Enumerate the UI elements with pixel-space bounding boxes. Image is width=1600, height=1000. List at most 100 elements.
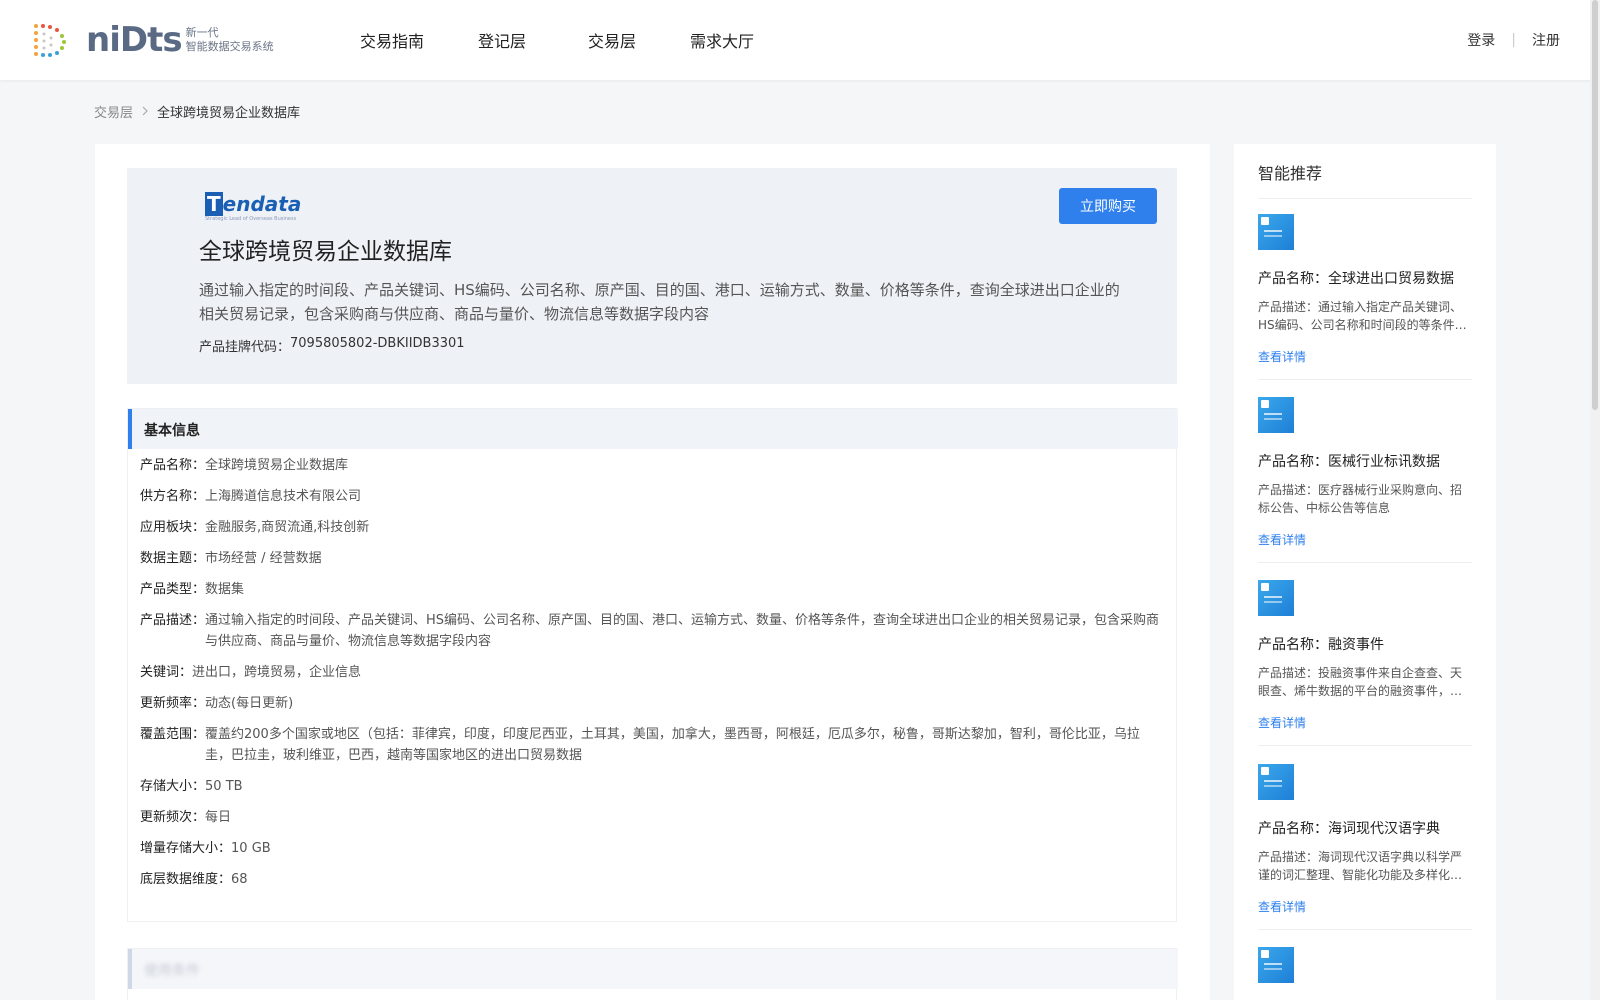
auth-links: 登录 | 注册 — [1467, 0, 1560, 80]
auth-separator: | — [1511, 32, 1516, 48]
info-row: 产品名称： 全球跨境贸易企业数据库 — [140, 455, 1160, 476]
recommendation-description: 产品描述：通过输入指定产品关键词、HS编码、公司名称和时间段的等条件查询全球进出… — [1258, 300, 1467, 332]
info-row: 供方名称： 上海腾道信息技术有限公司 — [140, 486, 1160, 507]
nav-item-demand-hall[interactable]: 需求大厅 — [690, 28, 754, 52]
info-row-value: 覆盖约200多个国家或地区（包括：菲律宾，印度，印度尼西亚，土耳其，美国，加拿大… — [205, 727, 1140, 763]
info-row: 更新频次： 每日 — [140, 807, 1160, 828]
product-title: 全球跨境贸易企业数据库 — [199, 239, 452, 265]
recommendation-description: 产品描述：投融资事件来自企查查、天眼查、烯牛数据的平台的融资事件，及公开信息 — [1258, 666, 1463, 698]
info-row: 关键词： 进出口，跨境贸易，企业信息 — [140, 662, 1160, 683]
info-row-label: 产品描述： — [140, 613, 206, 628]
provider-logo-letter: T — [205, 192, 223, 216]
recommendation-divider — [1258, 379, 1472, 380]
breadcrumb-parent[interactable]: 交易层 — [94, 102, 133, 121]
info-row-label: 更新频率： — [140, 696, 206, 711]
info-row: 产品类型： 数据集 — [140, 579, 1160, 600]
product-detail-panel: Tendata Strategic Lead of Overseas Busin… — [95, 144, 1210, 1000]
info-row-value: 通过输入指定的时间段、产品关键词、HS编码、公司名称、原产国、目的国、港口、运输… — [205, 613, 1160, 649]
recommendation-divider — [1258, 929, 1472, 930]
info-row-value: 50 TB — [205, 779, 243, 794]
view-details-link[interactable]: 查看详情 — [1258, 714, 1306, 731]
info-row: 增量存储大小： 10 GB — [140, 838, 1160, 859]
product-thumbnail-icon[interactable] — [1258, 214, 1294, 250]
usage-conditions-heading: 使用条件 — [144, 963, 200, 979]
info-row: 存储大小： 50 TB — [140, 776, 1160, 797]
info-row-value: 每日 — [205, 810, 232, 825]
breadcrumb-current: 全球跨境贸易企业数据库 — [157, 106, 301, 121]
info-row-label: 产品类型： — [140, 582, 206, 597]
info-row-value: 动态(每日更新) — [205, 696, 294, 711]
info-row-label: 关键词： — [140, 665, 193, 680]
main-nav: 交易指南 登记层 交易层 需求大厅 — [340, 0, 754, 80]
product-thumbnail-icon[interactable] — [1258, 764, 1294, 800]
info-row-label: 数据主题： — [140, 551, 206, 566]
page-scrollbar[interactable] — [1590, 0, 1600, 1000]
product-description: 通过输入指定的时间段、产品关键词、HS编码、公司名称、原产国、目的国、港口、运输… — [199, 281, 1120, 323]
view-details-link[interactable]: 查看详情 — [1258, 348, 1306, 365]
info-row-value: 上海腾道信息技术有限公司 — [205, 489, 362, 504]
info-row-label: 增量存储大小： — [140, 841, 232, 856]
info-row-label: 更新频次： — [140, 810, 206, 825]
info-row-label: 底层数据维度： — [140, 872, 232, 887]
recommendation-divider — [1258, 745, 1472, 746]
info-row-value: 全球跨境贸易企业数据库 — [205, 458, 349, 473]
recommendation-card[interactable] — [1258, 947, 1472, 983]
recommendation-card[interactable]: 产品名称：融资事件产品描述：投融资事件来自企查查、天眼查、烯牛数据的平台的融资事… — [1258, 580, 1472, 746]
chevron-right-icon — [141, 105, 149, 119]
nav-item-trade-guide[interactable]: 交易指南 — [360, 28, 424, 52]
recommendation-card[interactable]: 产品名称：医械行业标讯数据产品描述：医疗器械行业采购意向、招标公告、中标公告等信… — [1258, 397, 1472, 563]
info-row: 数据主题： 市场经营 / 经营数据 — [140, 548, 1160, 569]
info-row: 覆盖范围： 覆盖约200多个国家或地区（包括：菲律宾，印度，印度尼西亚，土耳其，美… — [140, 724, 1160, 766]
recommendation-name: 产品名称：医械行业标讯数据 — [1258, 454, 1440, 470]
product-thumbnail-icon[interactable] — [1258, 397, 1294, 433]
recommendation-name: 产品名称：海词现代汉语字典 — [1258, 821, 1440, 837]
usage-conditions-section: 使用条件 — [127, 948, 1178, 1000]
info-row: 底层数据维度： 68 — [140, 869, 1160, 890]
basic-info-heading: 基本信息 — [144, 423, 200, 439]
recommendation-card[interactable]: 产品名称：海词现代汉语字典 产品描述：海词现代汉语字典以科学严谨的词汇整理、智能化… — [1258, 764, 1472, 930]
logo-tagline-line2: 智能数据交易系统 — [185, 40, 274, 53]
info-row: 更新频率： 动态(每日更新) — [140, 693, 1160, 714]
view-details-link[interactable]: 查看详情 — [1258, 531, 1306, 548]
usage-conditions-header: 使用条件 — [128, 949, 1178, 989]
sidebar-title: 智能推荐 — [1258, 164, 1323, 183]
view-details-link[interactable]: 查看详情 — [1258, 898, 1306, 915]
listing-code-value: 7095805802-DBKIIDB3301 — [290, 336, 465, 351]
info-row: 产品描述： 通过输入指定的时间段、产品关键词、HS编码、公司名称、原产国、目的国、… — [140, 610, 1160, 652]
info-row-label: 覆盖范围： — [140, 727, 206, 742]
recommendation-divider — [1258, 562, 1472, 563]
info-row-label: 应用板块： — [140, 520, 206, 535]
nav-item-registry-layer[interactable]: 登记层 — [478, 28, 526, 52]
register-link[interactable]: 注册 — [1532, 30, 1560, 50]
scrollbar-thumb[interactable] — [1592, 0, 1598, 410]
top-header: niDts 新一代 智能数据交易系统 交易指南 登记层 交易层 需求大厅 登录 … — [0, 0, 1600, 80]
info-row: 应用板块： 金融服务,商贸流通,科技创新 — [140, 517, 1160, 538]
recommendation-name: 产品名称：全球进出口贸易数据 — [1258, 271, 1454, 287]
provider-logo-tagline: Strategic Lead of Overseas Business — [205, 216, 297, 222]
product-thumbnail-icon[interactable] — [1258, 580, 1294, 616]
recommendation-description: 产品描述：医疗器械行业采购意向、招标公告、中标公告等信息 — [1258, 483, 1463, 515]
logo-mark-icon — [30, 20, 70, 60]
info-row-value: 数据集 — [205, 582, 245, 597]
site-logo[interactable]: niDts 新一代 智能数据交易系统 — [30, 18, 274, 62]
provider-logo: Tendata Strategic Lead of Overseas Busin… — [205, 192, 302, 222]
product-hero: Tendata Strategic Lead of Overseas Busin… — [127, 168, 1177, 384]
info-row-value: 10 GB — [231, 841, 271, 856]
login-link[interactable]: 登录 — [1467, 30, 1495, 50]
info-row-value: 68 — [231, 872, 248, 887]
info-row-value: 进出口，跨境贸易，企业信息 — [192, 665, 362, 680]
logo-tagline-line1: 新一代 — [185, 26, 219, 39]
basic-info-rows: 产品名称： 全球跨境贸易企业数据库 供方名称： 上海腾道信息技术有限公司 应用板块： 金融… — [140, 455, 1160, 900]
product-thumbnail-icon[interactable] — [1258, 947, 1294, 983]
logo-wordmark: niDts — [86, 20, 183, 60]
sidebar-divider — [1258, 198, 1472, 199]
recommendation-card[interactable]: 产品名称：全球进出口贸易数据产品描述：通过输入指定产品关键词、HS编码、公司名称… — [1258, 214, 1472, 380]
buy-now-button[interactable]: 立即购买 — [1059, 188, 1157, 224]
info-row-label: 产品名称： — [140, 458, 206, 473]
info-row-label: 供方名称： — [140, 489, 206, 504]
recommendation-name: 产品名称：融资事件 — [1258, 637, 1384, 653]
listing-code-label: 产品挂牌代码： — [199, 340, 291, 355]
provider-logo-text: endata — [222, 192, 302, 216]
nav-item-trade-layer[interactable]: 交易层 — [588, 28, 636, 52]
breadcrumb: 交易层 全球跨境贸易企业数据库 — [94, 102, 300, 121]
